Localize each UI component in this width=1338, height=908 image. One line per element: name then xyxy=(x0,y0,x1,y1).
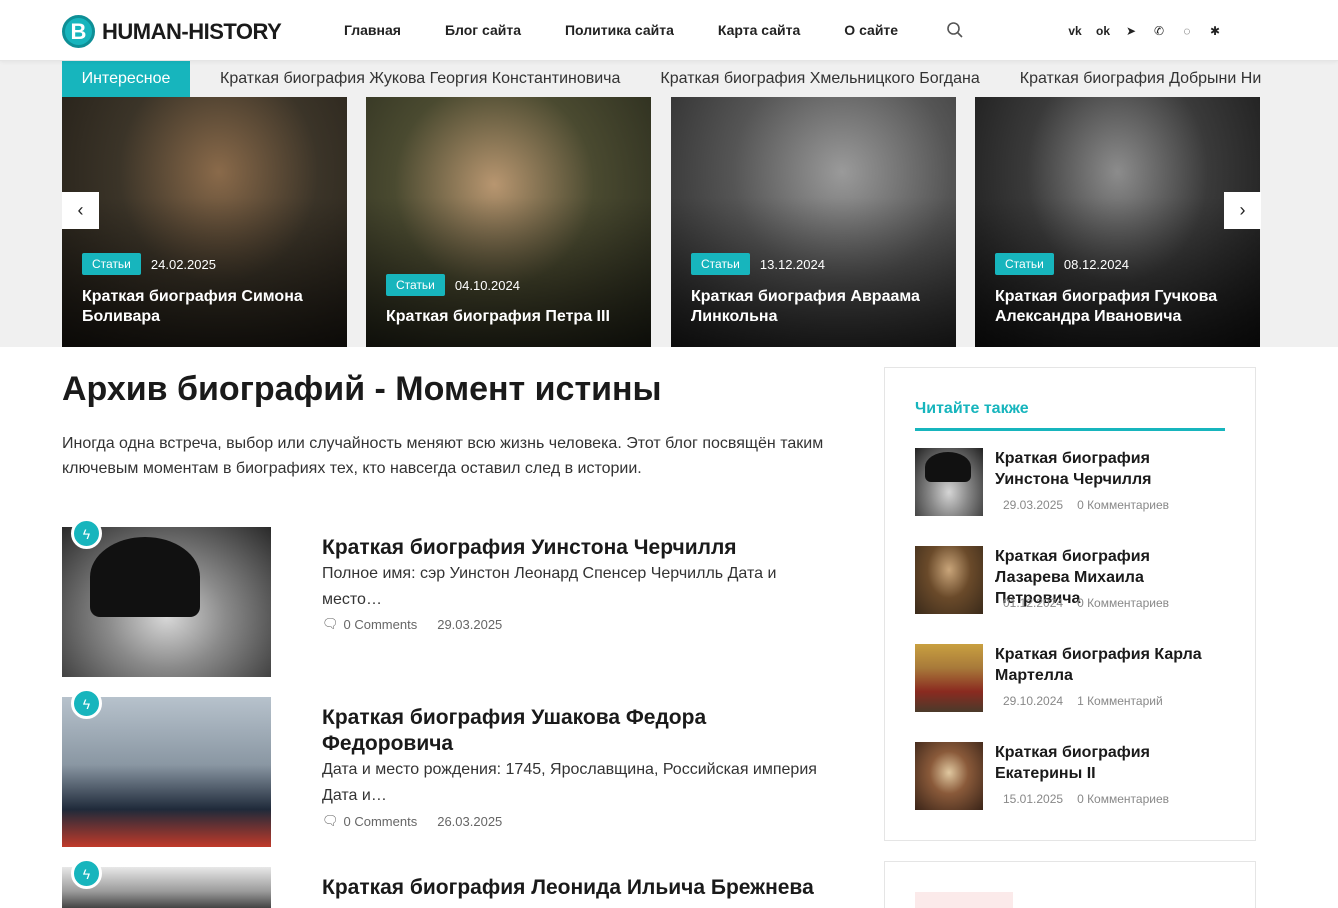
sidebar-item[interactable]: Краткая биография Екатерины II 15.01.202… xyxy=(915,742,1225,810)
sidebar-item[interactable]: Краткая биография Лазарева Михаила Петро… xyxy=(915,546,1225,614)
comment-icon: 🗨 xyxy=(322,616,339,631)
logo-icon: B xyxy=(62,15,95,48)
ticker-item[interactable]: Краткая биография Жукова Георгия Констан… xyxy=(220,70,620,88)
post-title[interactable]: Краткая биография Уинстона Черчилля xyxy=(322,535,822,561)
post-date: 29.03.2025 xyxy=(437,616,503,632)
slide-title[interactable]: Краткая биография Симона Боливара xyxy=(82,287,327,327)
bolt-icon: ϟ xyxy=(71,518,102,549)
slide-card[interactable]: Статьи 04.10.2024 Краткая биография Петр… xyxy=(366,97,651,347)
sidebar-thumbnail[interactable] xyxy=(915,644,983,712)
sidebar-item-comments[interactable]: 1 Комментарий xyxy=(1077,694,1163,708)
sidebar-item-title[interactable]: Краткая биография Уинстона Черчилля xyxy=(995,448,1227,490)
sidebar-heading: Читайте также xyxy=(915,400,1029,417)
news-ticker: Интересное Краткая биография Жукова Геор… xyxy=(0,61,1338,97)
sidebar-item[interactable]: Краткая биография Карла Мартелла 29.10.2… xyxy=(915,644,1225,712)
nav-blog[interactable]: Блог сайта xyxy=(445,22,521,38)
sidebar-item-comments[interactable]: 0 Комментариев xyxy=(1077,792,1169,806)
featured-slider: Статьи 24.02.2025 Краткая биография Симо… xyxy=(0,97,1338,347)
telegram-icon[interactable]: ➤ xyxy=(1122,22,1140,40)
site-header: B HUMAN-HISTORY Главная Блог сайта Полит… xyxy=(0,0,1338,61)
nav-policy[interactable]: Политика сайта xyxy=(565,22,674,38)
sidebar-divider xyxy=(915,428,1225,431)
page-intro: Иногда одна встреча, выбор или случайнос… xyxy=(62,435,824,477)
sidebar-item-meta: 15.01.2025 0 Комментариев xyxy=(1003,792,1169,806)
ticker-label: Интересное xyxy=(62,61,190,97)
slider-next-button[interactable]: › xyxy=(1224,192,1261,229)
slider-prev-button[interactable]: ‹ xyxy=(62,192,99,229)
site-logo[interactable]: B HUMAN-HISTORY xyxy=(62,15,282,48)
post-comments[interactable]: 0 Comments xyxy=(344,814,418,829)
nav-home[interactable]: Главная xyxy=(344,22,401,38)
post-meta: 🗨 0 Comments 26.03.2025 xyxy=(322,813,502,829)
bolt-icon: ϟ xyxy=(71,858,102,889)
social-links: vk ok ➤ ✆ ◌ ✱ xyxy=(1066,22,1234,40)
slide-title[interactable]: Краткая биография Авраама Линкольна xyxy=(691,287,936,327)
category-badge[interactable]: Статьи xyxy=(82,253,141,275)
slide-date: 08.12.2024 xyxy=(1063,256,1129,272)
sidebar-item[interactable]: Краткая биография Уинстона Черчилля 29.0… xyxy=(915,448,1225,516)
viber-icon[interactable]: ✆ xyxy=(1150,22,1168,40)
post-item: ϟ Краткая биография Ушакова Федора Федор… xyxy=(62,688,832,847)
sidebar-thumbnail[interactable] xyxy=(915,742,983,810)
slide-card[interactable]: Статьи 08.12.2024 Краткая биография Гучк… xyxy=(975,97,1260,347)
widget-placeholder xyxy=(915,892,1013,908)
logo-text: HUMAN-HISTORY xyxy=(102,18,282,44)
sidebar-item-meta: 29.03.2025 0 Комментариев xyxy=(1003,498,1169,512)
sidebar-thumbnail[interactable] xyxy=(915,546,983,614)
sidebar-thumbnail[interactable] xyxy=(915,448,983,516)
sidebar-item-comments[interactable]: 0 Комментариев xyxy=(1077,596,1169,610)
ok-icon[interactable]: ok xyxy=(1094,22,1112,40)
nav-about[interactable]: О сайте xyxy=(844,22,898,38)
sidebar-item-date: 15.01.2025 xyxy=(1003,792,1064,806)
post-title[interactable]: Краткая биография Ушакова Федора Федоров… xyxy=(322,705,822,757)
slide-card[interactable]: Статьи 13.12.2024 Краткая биография Авра… xyxy=(671,97,956,347)
bolt-icon: ϟ xyxy=(71,688,102,719)
vk-icon[interactable]: vk xyxy=(1066,22,1084,40)
sidebar-item-meta: 29.10.2024 1 Комментарий xyxy=(1003,694,1163,708)
whatsapp-icon[interactable]: ◌ xyxy=(1178,22,1196,40)
slide-title[interactable]: Краткая биография Петра III xyxy=(386,307,631,327)
slide-card[interactable]: Статьи 24.02.2025 Краткая биография Симо… xyxy=(62,97,347,347)
page-title: Архив биографий - Момент истины xyxy=(62,370,662,408)
comment-icon: 🗨 xyxy=(322,813,339,828)
slide-date: 04.10.2024 xyxy=(454,277,520,293)
sidebar-item-meta: 01.12.2024 0 Комментариев xyxy=(1003,596,1169,610)
post-item: ϟ Краткая биография Леонида Ильича Брежн… xyxy=(62,858,832,908)
post-comments[interactable]: 0 Comments xyxy=(344,617,418,632)
post-item: ϟ Краткая биография Уинстона Черчилля По… xyxy=(62,518,832,677)
sidebar-item-date: 29.10.2024 xyxy=(1003,694,1064,708)
category-badge[interactable]: Статьи xyxy=(386,274,445,296)
slide-date: 24.02.2025 xyxy=(150,256,216,272)
post-excerpt: Дата и место рождения: 1745, Ярославщина… xyxy=(322,761,817,804)
ticker-items: Краткая биография Жукова Георгия Констан… xyxy=(220,61,1262,97)
main-nav: Главная Блог сайта Политика сайта Карта … xyxy=(344,22,942,38)
zen-icon[interactable]: ✱ xyxy=(1206,22,1224,40)
sidebar-item-comments[interactable]: 0 Комментариев xyxy=(1077,498,1169,512)
post-date: 26.03.2025 xyxy=(437,813,503,829)
sidebar-widget xyxy=(884,861,1256,908)
category-badge[interactable]: Статьи xyxy=(995,253,1054,275)
post-thumbnail[interactable] xyxy=(62,697,271,847)
post-meta: 🗨 0 Comments 29.03.2025 xyxy=(322,616,502,632)
sidebar-item-title[interactable]: Краткая биография Карла Мартелла xyxy=(995,644,1227,686)
search-icon[interactable] xyxy=(946,21,964,39)
post-excerpt: Полное имя: сэр Уинстон Леонард Спенсер … xyxy=(322,565,777,608)
ticker-item[interactable]: Краткая биография Хмельницкого Богдана xyxy=(660,70,979,88)
slide-date: 13.12.2024 xyxy=(759,256,825,272)
ticker-item[interactable]: Краткая биография Добрыни Никитича xyxy=(1020,70,1262,88)
sidebar-item-date: 29.03.2025 xyxy=(1003,498,1064,512)
related-sidebar: Читайте также Краткая биография Уинстона… xyxy=(884,367,1256,841)
post-title[interactable]: Краткая биография Леонида Ильича Брежнев… xyxy=(322,875,822,901)
post-thumbnail[interactable] xyxy=(62,527,271,677)
sidebar-item-title[interactable]: Краткая биография Екатерины II xyxy=(995,742,1227,784)
nav-sitemap[interactable]: Карта сайта xyxy=(718,22,800,38)
sidebar-item-date: 01.12.2024 xyxy=(1003,596,1064,610)
category-badge[interactable]: Статьи xyxy=(691,253,750,275)
slide-title[interactable]: Краткая биография Гучкова Александра Ива… xyxy=(995,287,1240,327)
